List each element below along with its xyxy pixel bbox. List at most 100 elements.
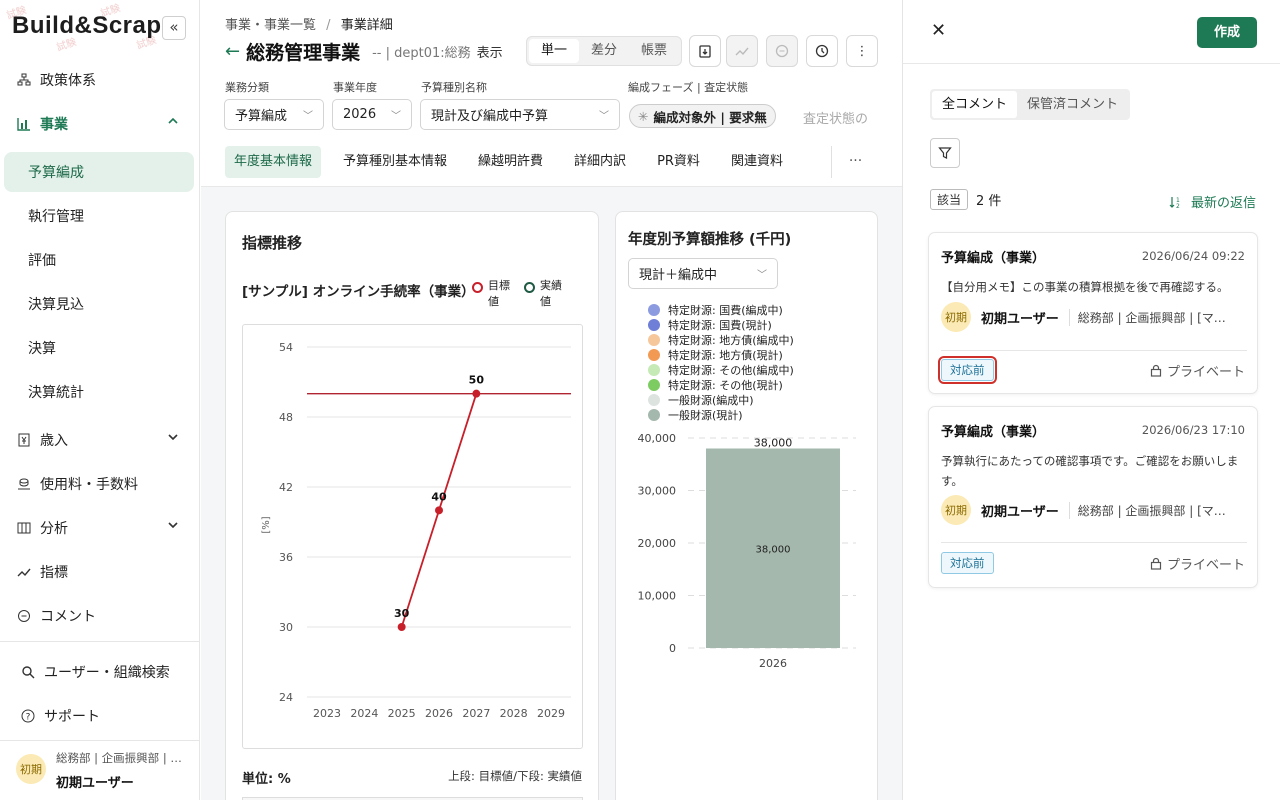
sidebar-sub-settlement-forecast[interactable]: 決算見込 <box>4 284 194 324</box>
y-tick-label: 30 <box>279 621 293 634</box>
y-tick-label: 48 <box>279 411 293 424</box>
x-tick-label: 2024 <box>350 707 378 720</box>
user-name: 初期ユーザー <box>56 776 134 791</box>
sidebar-sub-settlement-stats[interactable]: 決算統計 <box>4 372 194 412</box>
budget-section-title: 年度別予算額推移 (千円) <box>628 232 792 248</box>
legend-swatch <box>648 409 660 421</box>
indicator-legend: 目標値 実績値 <box>472 278 562 310</box>
category-select[interactable]: 予算編成 ﹀ <box>224 99 324 130</box>
legend-label: 特定財源: 地方債(編成中) <box>668 333 794 347</box>
comment-body: 【自分用メモ】この事業の積算根拠を後で再確認する。 <box>941 280 1229 294</box>
author-name: 初期ユーザー <box>981 311 1059 327</box>
budget-scope-select[interactable]: 現計＋編成中 ﹀ <box>628 258 778 289</box>
svg-text:2: 2 <box>1176 203 1180 209</box>
tab-budget-type-basic[interactable]: 予算種別基本情報 <box>334 146 456 178</box>
sidebar-sub-execution[interactable]: 執行管理 <box>4 196 194 236</box>
comment-card[interactable]: 予算編成（事業） 2026/06/24 09:22 【自分用メモ】この事業の積算… <box>928 232 1258 394</box>
bar-total-label: 38,000 <box>754 437 793 450</box>
comment-button[interactable] <box>766 35 798 67</box>
tab-annual-basic[interactable]: 年度基本情報 <box>225 146 322 178</box>
sort-label: 最新の返信 <box>1190 196 1256 211</box>
tab-carryover[interactable]: 繰越明許費 <box>469 146 552 178</box>
tabs-more-button[interactable]: ··· <box>831 146 879 178</box>
legend-label: 特定財源: 国費(編成中) <box>668 303 783 317</box>
indicator-section-title: 指標推移 <box>242 234 303 252</box>
sidebar-item-revenue[interactable]: 歳入 <box>0 420 199 460</box>
card-divider <box>941 542 1247 543</box>
sidebar-item-fees[interactable]: 使用料・手数料 <box>0 464 199 504</box>
sidebar-sub-settlement[interactable]: 決算 <box>4 328 194 368</box>
select-value: 現計及び編成中予算 <box>431 109 549 124</box>
legend-swatch <box>648 364 660 376</box>
coins-icon <box>16 476 32 492</box>
status-badge[interactable]: 対応前 <box>938 356 997 384</box>
columns-icon <box>16 520 32 536</box>
budget-type-select[interactable]: 現計及び編成中予算 ﹀ <box>420 99 620 130</box>
legend-actual-marker <box>524 282 535 293</box>
org-chart-icon <box>16 72 32 88</box>
y-tick-label: 30,000 <box>638 485 677 498</box>
view-mode-single[interactable]: 単一 <box>529 39 580 63</box>
sidebar-sub-evaluation[interactable]: 評価 <box>4 240 194 280</box>
sidebar-item-user-search[interactable]: ユーザー・組織検索 <box>0 652 199 692</box>
data-point <box>472 389 481 398</box>
breadcrumb-parent[interactable]: 事業・事業一覧 <box>225 18 316 33</box>
back-arrow-icon[interactable]: ← <box>225 41 240 62</box>
select-value: 予算編成 <box>235 109 288 124</box>
close-icon[interactable]: ✕ <box>931 20 946 41</box>
bar-chart-icon <box>16 116 32 132</box>
sidebar-item-indicators[interactable]: 指標 <box>0 552 199 592</box>
phase-label: 編成フェーズ | 査定状態 <box>628 81 749 94</box>
sidebar-item-business[interactable]: 事業 <box>0 104 199 144</box>
chevron-down-icon: ﹀ <box>391 111 401 122</box>
create-comment-button[interactable]: 作成 <box>1197 17 1257 48</box>
tab-archived-comments[interactable]: 保管済コメント <box>1017 91 1128 118</box>
comment-author: 初期 初期ユーザー 総務部 | 企画振興部 | [マニ… <box>941 302 1235 332</box>
comment-body: 予算執行にあたっての確認事項です。ご確認をお願いします。 <box>941 454 1239 488</box>
y-axis-label: [%] <box>261 516 272 533</box>
x-tick-label: 2026 <box>759 657 787 670</box>
collapse-sidebar-button[interactable]: « <box>162 16 186 40</box>
view-mode-toggle: 単一 差分 帳票 <box>526 36 683 66</box>
privacy-text: プライベート <box>1166 365 1245 380</box>
comment-card[interactable]: 予算編成（事業） 2026/06/23 17:10 予算執行にあたっての確認事項… <box>928 406 1258 588</box>
tab-all-comments[interactable]: 全コメント <box>932 91 1018 118</box>
sidebar-item-policy[interactable]: 政策体系 <box>0 60 199 100</box>
tab-breakdown[interactable]: 詳細内訳 <box>565 146 635 178</box>
trend-icon <box>735 47 749 56</box>
more-menu-button[interactable]: ⋮ <box>846 35 878 67</box>
sort-button[interactable]: 12 最新の返信 <box>1169 192 1256 211</box>
view-mode-form[interactable]: 帳票 <box>629 39 679 63</box>
search-icon <box>20 664 36 680</box>
filter-button[interactable] <box>930 138 960 168</box>
view-mode-diff[interactable]: 差分 <box>579 39 629 63</box>
chevron-down-icon: ﹀ <box>303 111 313 122</box>
sidebar-item-comments[interactable]: コメント <box>0 596 199 636</box>
assessment-status-truncated: 査定状態の <box>803 112 869 127</box>
select-value: 2026 <box>343 107 377 122</box>
count-text: 2 件 <box>976 194 1002 209</box>
legend-label: 特定財源: その他(編成中) <box>668 363 794 377</box>
sidebar-item-label: 使用料・手数料 <box>40 477 138 493</box>
chat-icon <box>775 44 789 58</box>
trend-icon <box>16 564 32 580</box>
year-select[interactable]: 2026 ﹀ <box>332 99 412 130</box>
history-button[interactable] <box>806 35 838 67</box>
chat-icon <box>16 608 32 624</box>
status-badge[interactable]: 対応前 <box>941 552 994 574</box>
tab-pr-material[interactable]: PR資料 <box>648 146 709 178</box>
breadcrumb: 事業・事業一覧 / 事業詳細 <box>225 14 393 33</box>
y-tick-label: 54 <box>279 341 293 354</box>
legend-label: 特定財源: 地方債(現計) <box>668 348 783 362</box>
export-button[interactable] <box>689 35 721 67</box>
unit-label: 単位: % <box>242 772 291 787</box>
tab-related-docs[interactable]: 関連資料 <box>722 146 792 178</box>
chevron-down-icon: ﹀ <box>757 270 767 281</box>
avatar: 初期 <box>16 754 46 784</box>
user-org: 総務部 | 企画振興部 | … <box>56 751 182 765</box>
sidebar-item-support[interactable]: ? サポート <box>0 696 199 736</box>
trend-button[interactable] <box>726 35 758 67</box>
sidebar-sub-budget[interactable]: 予算編成 <box>4 152 194 192</box>
author-org: 総務部 | 企画振興部 | [マニ… <box>1068 501 1235 519</box>
sidebar-item-analysis[interactable]: 分析 <box>0 508 199 548</box>
